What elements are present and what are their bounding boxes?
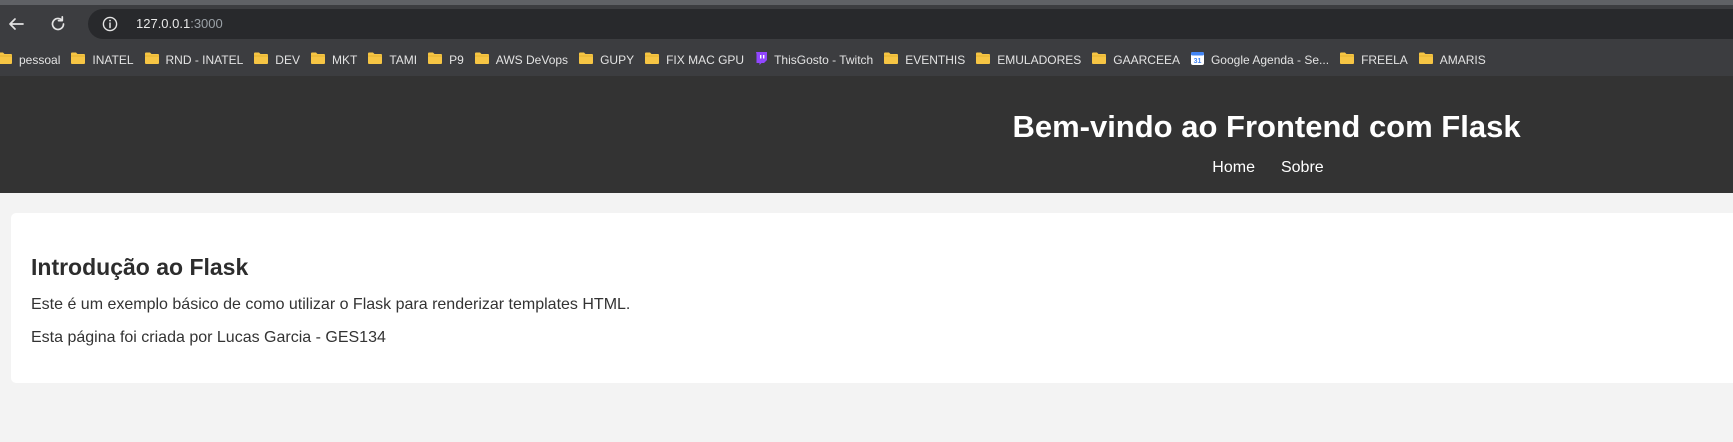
bookmark-item[interactable]: RND - INATEL: [139, 47, 249, 73]
bookmark-label: RND - INATEL: [165, 52, 244, 67]
folder-icon: [0, 51, 13, 68]
bookmark-label: AWS DeVops: [495, 52, 569, 67]
folder-icon: [367, 51, 383, 68]
bookmark-item[interactable]: FREELA: [1334, 47, 1413, 73]
bookmark-item[interactable]: INATEL: [65, 47, 138, 73]
url-text[interactable]: 127.0.0.1:3000: [136, 17, 223, 31]
bookmarks-bar: pessoal INATEL RND - INATEL DEV MKT TAMI P9 AWS…: [0, 43, 1733, 76]
reload-icon: [51, 15, 65, 31]
folder-icon: [1091, 51, 1107, 68]
bookmark-item[interactable]: AMARIS: [1413, 47, 1491, 73]
nav-link-home[interactable]: Home: [1212, 158, 1255, 178]
bookmark-label: TAMI: [389, 52, 418, 67]
folder-icon: [310, 51, 326, 68]
section-heading: Introdução ao Flask: [31, 254, 249, 280]
folder-icon: [144, 51, 160, 68]
folder-icon: [1418, 51, 1434, 68]
bookmark-label: FREELA: [1361, 52, 1408, 67]
bookmark-item[interactable]: EVENTHIS: [878, 47, 970, 73]
folder-icon: [578, 51, 594, 68]
bookmark-item[interactable]: TAMI: [362, 47, 422, 73]
site-nav: Home Sobre: [1188, 158, 1348, 178]
bookmark-label: AMARIS: [1439, 52, 1486, 67]
browser-toolbar: 127.0.0.1:3000: [0, 5, 1733, 43]
folder-icon: [975, 51, 991, 68]
arrow-left-icon: [9, 18, 24, 30]
bookmark-label: EVENTHIS: [905, 52, 966, 67]
bookmark-label: GAARCEEA: [1113, 52, 1180, 67]
bookmark-item[interactable]: P9: [422, 47, 469, 73]
bookmark-item[interactable]: pessoal: [0, 47, 65, 73]
url-port: :3000: [190, 16, 223, 31]
folder-icon: [883, 51, 899, 68]
bookmark-label: ThisGosto - Twitch: [774, 52, 874, 67]
nav-link-sobre[interactable]: Sobre: [1281, 158, 1324, 178]
folder-icon: [474, 51, 490, 68]
bookmark-item[interactable]: EMULADORES: [970, 47, 1086, 73]
folder-icon: [644, 51, 660, 68]
twitch-icon: [754, 51, 768, 69]
content-card: Introdução ao Flask Este é um exemplo bá…: [11, 213, 1733, 383]
bookmark-label: EMULADORES: [997, 52, 1082, 67]
google-calendar-icon: 31: [1190, 51, 1205, 69]
folder-icon: [70, 51, 86, 68]
folder-icon: [1339, 51, 1355, 68]
bookmark-label: FIX MAC GPU: [666, 52, 745, 67]
bookmark-label: INATEL: [92, 52, 134, 67]
bookmark-label: Google Agenda - Se...: [1210, 52, 1330, 67]
bookmark-label: pessoal: [19, 52, 61, 67]
bookmark-label: GUPY: [600, 52, 635, 67]
folder-icon: [427, 51, 443, 68]
bookmark-item[interactable]: GUPY: [573, 47, 639, 73]
bookmark-item[interactable]: DEV: [248, 47, 305, 73]
back-button[interactable]: [2, 10, 30, 38]
address-bar[interactable]: 127.0.0.1:3000: [88, 9, 1733, 39]
svg-text:31: 31: [1194, 58, 1202, 65]
bookmark-label: P9: [449, 52, 464, 67]
intro-paragraph: Este é um exemplo básico de como utiliza…: [31, 296, 631, 313]
info-icon[interactable]: [102, 16, 118, 32]
folder-icon: [253, 51, 269, 68]
bookmark-item[interactable]: 31 Google Agenda - Se...: [1185, 47, 1334, 73]
bookmark-label: DEV: [275, 52, 300, 67]
reload-button[interactable]: [44, 10, 72, 38]
bookmark-item[interactable]: FIX MAC GPU: [639, 47, 749, 73]
site-header: Bem-vindo ao Frontend com Flask Home Sob…: [0, 76, 1733, 193]
page-viewport: Bem-vindo ao Frontend com Flask Home Sob…: [0, 76, 1733, 442]
bookmark-item[interactable]: ThisGosto - Twitch: [749, 47, 878, 73]
author-paragraph: Esta página foi criada por Lucas Garcia …: [31, 329, 386, 346]
page-title: Bem-vindo ao Frontend com Flask: [1012, 109, 1521, 144]
bookmark-item[interactable]: MKT: [305, 47, 362, 73]
bookmark-label: MKT: [331, 52, 358, 67]
url-host: 127.0.0.1: [136, 16, 191, 31]
bookmark-item[interactable]: GAARCEEA: [1086, 47, 1185, 73]
bookmark-item[interactable]: AWS DeVops: [469, 47, 573, 73]
